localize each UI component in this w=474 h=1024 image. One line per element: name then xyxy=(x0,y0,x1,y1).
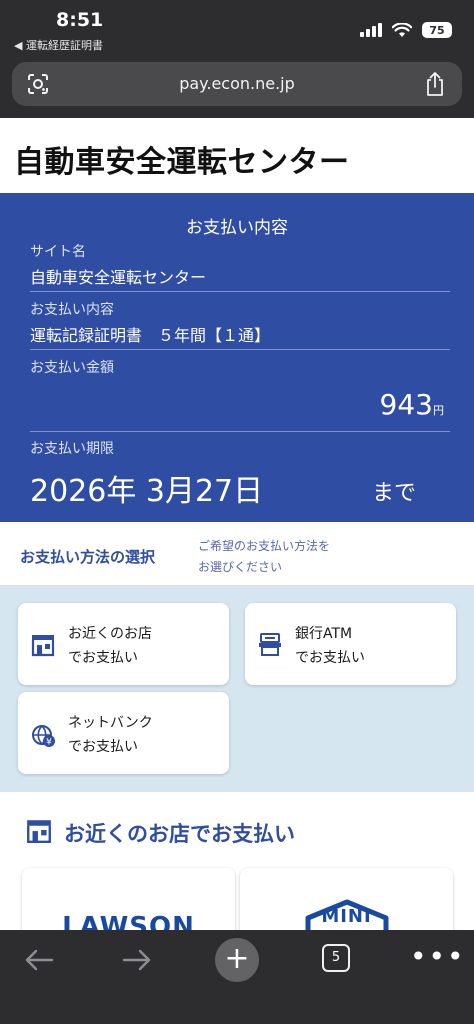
payment-amount-value: 943円 xyxy=(380,388,444,421)
page-title: 自動車安全運転センター xyxy=(14,145,350,180)
browser-toolbar: + 5 ••• xyxy=(0,930,474,1024)
status-icons: 75 xyxy=(360,22,452,38)
payment-amount-label: お支払い金額 xyxy=(30,360,114,376)
hint-line-1: ご希望のお支払い方法を xyxy=(198,539,331,553)
new-tab-button[interactable]: + xyxy=(215,938,259,982)
amount-unit: 円 xyxy=(433,404,444,417)
payment-content-row: お支払い内容 運転記録証明書 ５年間【１通】 xyxy=(30,299,450,350)
wifi-icon xyxy=(392,22,412,37)
svg-text:¥: ¥ xyxy=(46,738,52,748)
cellular-signal-icon xyxy=(360,23,382,37)
netbank-icon: ¥ xyxy=(32,725,55,748)
option-net-bank-label: ネットバンク でお支払い xyxy=(68,715,153,755)
status-time: 8:51 xyxy=(56,9,104,31)
payment-method-hint: ご希望のお支払い方法を お選びください xyxy=(198,536,330,578)
payment-content-label: お支払い内容 xyxy=(30,302,114,318)
back-to-app-link[interactable]: ◀ 運転経歴証明書 xyxy=(14,37,103,53)
tab-switcher-button[interactable]: 5 xyxy=(322,944,350,972)
payment-deadline-value: 2026年 3月27日 xyxy=(30,474,264,509)
option-convenience-store-label: お近くのお店 でお支払い xyxy=(68,626,152,666)
payment-options-area: お近くのお店 でお支払い 銀行ATM でお支払い ¥ ネットバンク でお支払い xyxy=(0,585,474,792)
store-icon xyxy=(31,635,55,657)
url-text[interactable]: pay.econ.ne.jp xyxy=(12,74,462,93)
site-name-value: 自動車安全運転センター xyxy=(30,268,207,287)
site-name-label: サイト名 xyxy=(30,244,86,260)
payment-deadline-label: お支払い期限 xyxy=(30,441,114,457)
amount-number: 943 xyxy=(379,388,433,421)
stores-section-title: お近くのお店でお支払い xyxy=(64,822,295,846)
payment-method-title: お支払い方法の選択 xyxy=(20,548,156,566)
option-bank-atm[interactable]: 銀行ATM でお支払い xyxy=(245,603,456,685)
ministop-logo-text: MINI xyxy=(321,906,372,927)
browser-address-area: pay.econ.ne.jp xyxy=(0,56,474,118)
back-arrow-icon[interactable] xyxy=(22,942,56,978)
payment-deadline-suffix: まで xyxy=(371,481,416,506)
more-menu-button[interactable]: ••• xyxy=(410,943,466,971)
address-bar[interactable]: pay.econ.ne.jp xyxy=(12,62,462,106)
store-icon xyxy=(27,820,51,844)
option-bank-atm-label: 銀行ATM でお支払い xyxy=(295,626,365,666)
option-convenience-store[interactable]: お近くのお店 でお支払い xyxy=(18,603,229,685)
share-icon[interactable] xyxy=(424,71,446,97)
hint-line-2: お選びください xyxy=(198,560,283,574)
atm-icon xyxy=(259,633,281,656)
battery-indicator: 75 xyxy=(422,22,452,38)
status-bar: 8:51 ◀ 運転経歴証明書 75 xyxy=(0,0,474,56)
payment-content-value: 運転記録証明書 ５年間【１通】 xyxy=(30,326,271,345)
summary-heading: お支払い内容 xyxy=(186,218,288,238)
forward-arrow-icon[interactable] xyxy=(120,942,154,978)
option-net-bank[interactable]: ¥ ネットバンク でお支払い xyxy=(18,692,229,774)
site-name-row: サイト名 自動車安全運転センター xyxy=(30,241,450,292)
